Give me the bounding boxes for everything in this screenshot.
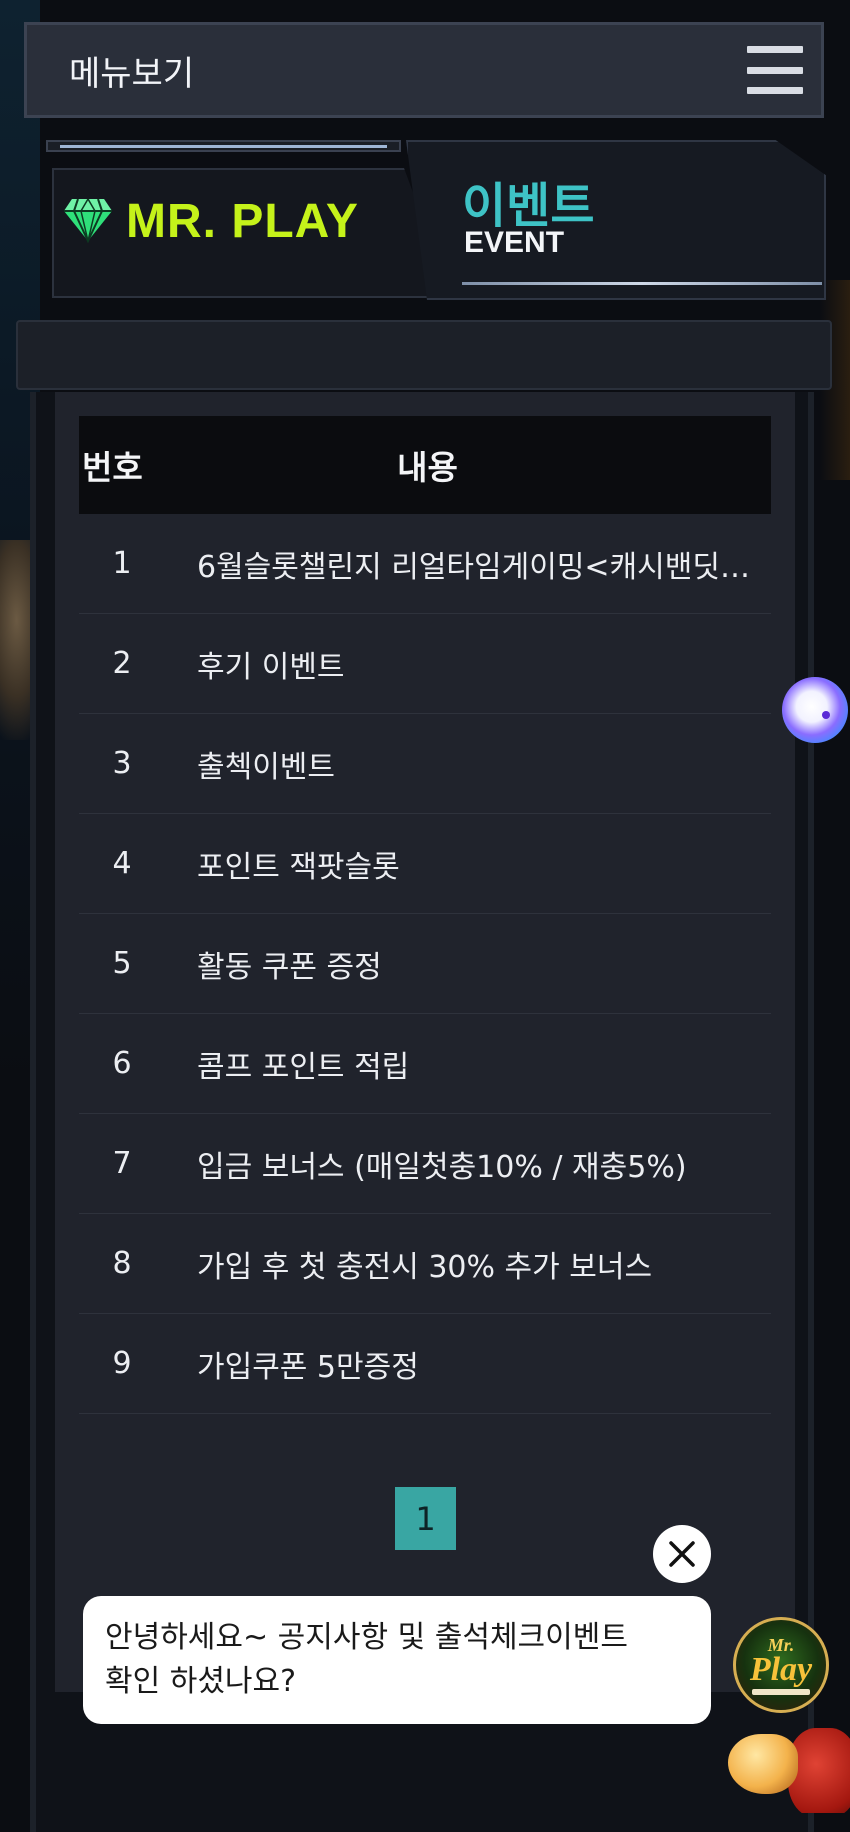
row-number: 5 bbox=[112, 946, 132, 981]
chat-close-button[interactable] bbox=[653, 1525, 711, 1583]
chat-avatar-button[interactable]: Mr. Play bbox=[733, 1617, 829, 1713]
column-number: 번호 bbox=[82, 448, 143, 487]
row-number: 3 bbox=[112, 746, 132, 781]
hamburger-icon[interactable] bbox=[747, 46, 803, 94]
table-row[interactable]: 5 활동 쿠폰 증정 bbox=[79, 914, 771, 1014]
banner-top-rail bbox=[46, 140, 401, 152]
row-title-link[interactable]: 포인트 잭팟슬롯 bbox=[197, 842, 757, 886]
table-row[interactable]: 2 후기 이벤트 bbox=[79, 614, 771, 714]
floating-widget-icon[interactable] bbox=[782, 677, 848, 743]
chat-message-line: 안녕하세요~ 공지사항 및 출석체크이벤트 bbox=[105, 1620, 628, 1655]
table-row[interactable]: 9 가입쿠폰 5만증정 bbox=[79, 1314, 771, 1414]
menu-label[interactable]: 메뉴보기 bbox=[69, 46, 194, 95]
row-title-link[interactable]: 출첵이벤트 bbox=[197, 742, 757, 786]
mascot-character bbox=[718, 1720, 850, 1813]
row-title-link[interactable]: 가입 후 첫 충전시 30% 추가 보너스 bbox=[197, 1242, 757, 1286]
chat-message-line: 확인 하셨나요? bbox=[105, 1664, 297, 1699]
column-content: 내용 bbox=[397, 448, 458, 487]
row-number: 6 bbox=[112, 1046, 132, 1081]
brand-name: MR. PLAY bbox=[126, 195, 359, 248]
row-title-link[interactable]: 6월슬롯챌린지 리얼타임게이밍<캐시밴딧… bbox=[197, 542, 757, 586]
avatar-logo-main: Play bbox=[749, 1650, 813, 1688]
menu-bar[interactable]: 메뉴보기 bbox=[24, 22, 824, 118]
event-list: 1 6월슬롯챌린지 리얼타임게이밍<캐시밴딧… 2 후기 이벤트 3 출첵이벤트… bbox=[79, 514, 771, 1414]
brand-logo: MR. PLAY bbox=[62, 194, 359, 249]
row-number: 1 bbox=[112, 546, 132, 581]
table-row[interactable]: 1 6월슬롯챌린지 리얼타임게이밍<캐시밴딧… bbox=[79, 514, 771, 614]
avatar-logo-ribbon bbox=[752, 1688, 810, 1695]
diamond-icon bbox=[62, 197, 114, 247]
row-title-link[interactable]: 후기 이벤트 bbox=[197, 642, 757, 686]
row-title-link[interactable]: 입금 보너스 (매일첫충10% / 재충5%) bbox=[197, 1142, 757, 1186]
row-number: 2 bbox=[112, 646, 132, 681]
row-number: 9 bbox=[112, 1346, 132, 1381]
banner-underline bbox=[462, 282, 822, 285]
table-row[interactable]: 7 입금 보너스 (매일첫충10% / 재충5%) bbox=[79, 1114, 771, 1214]
table-row[interactable]: 3 출첵이벤트 bbox=[79, 714, 771, 814]
table-header: 번호 내용 bbox=[79, 416, 771, 514]
row-title-link[interactable]: 가입쿠폰 5만증정 bbox=[197, 1342, 757, 1386]
page-subtitle: EVENT bbox=[464, 226, 565, 259]
banner-strip bbox=[16, 320, 832, 390]
row-number: 7 bbox=[112, 1146, 132, 1181]
chat-message-bubble[interactable]: 안녕하세요~ 공지사항 및 출석체크이벤트 확인 하셨나요? bbox=[83, 1596, 711, 1724]
table-row[interactable]: 6 콤프 포인트 적립 bbox=[79, 1014, 771, 1114]
row-number: 8 bbox=[112, 1246, 132, 1281]
table-row[interactable]: 8 가입 후 첫 충전시 30% 추가 보너스 bbox=[79, 1214, 771, 1314]
pagination-page-button[interactable]: 1 bbox=[395, 1487, 456, 1550]
row-title-link[interactable]: 활동 쿠폰 증정 bbox=[197, 942, 757, 986]
row-number: 4 bbox=[112, 846, 132, 881]
close-icon bbox=[669, 1541, 695, 1567]
row-title-link[interactable]: 콤프 포인트 적립 bbox=[197, 1042, 757, 1086]
table-row[interactable]: 4 포인트 잭팟슬롯 bbox=[79, 814, 771, 914]
